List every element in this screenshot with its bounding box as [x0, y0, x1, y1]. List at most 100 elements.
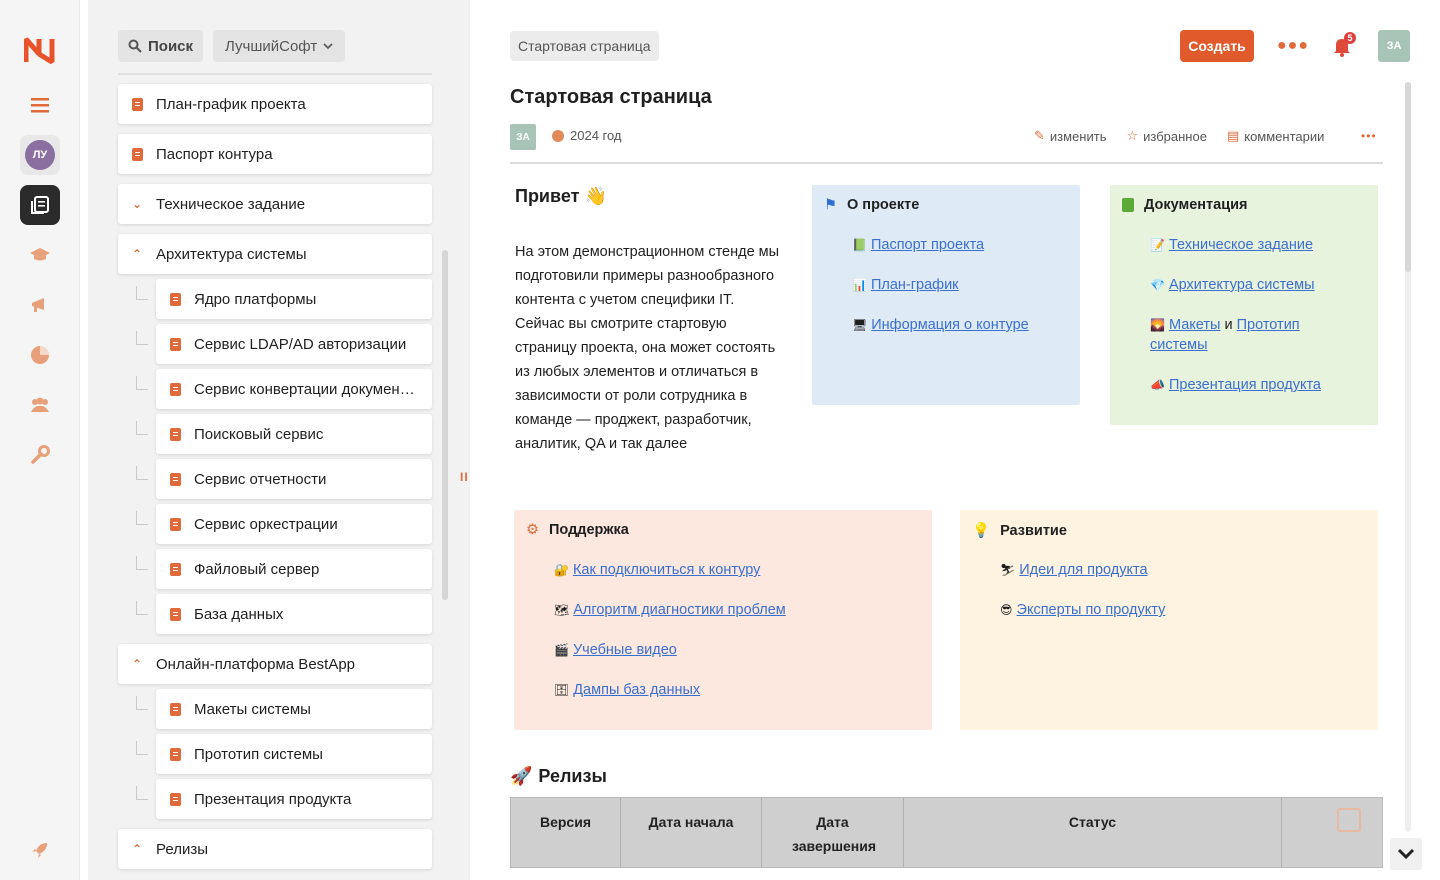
main-content: Стартовая страница Создать ●●● 5 ЗА Стар… — [480, 0, 1440, 880]
releases-table: Версия Дата начала Дата завершения Стату… — [510, 797, 1383, 868]
megaphone-icon[interactable] — [20, 285, 60, 325]
tree-node[interactable]: Макеты системы — [156, 689, 432, 729]
rocket-icon[interactable] — [20, 830, 60, 870]
chevron-up-icon[interactable]: ⌃ — [132, 657, 142, 671]
tree-node[interactable]: ⌃ Онлайн-платформа BestApp — [118, 644, 432, 684]
flag-icon: ⚑ — [824, 197, 837, 213]
tree-elbow — [136, 331, 148, 345]
pie-chart-icon[interactable] — [20, 335, 60, 375]
tree-elbow — [136, 786, 148, 800]
tree-node[interactable]: План-график проекта — [118, 84, 432, 124]
column-header[interactable]: Дата начала — [621, 798, 762, 867]
link-presentation[interactable]: Презентация продукта — [1169, 377, 1321, 393]
main-scrollbar[interactable] — [1405, 82, 1411, 832]
column-header[interactable]: Статус — [904, 798, 1282, 867]
document-icon — [169, 382, 181, 396]
link-tech-spec[interactable]: Техническое задание — [1169, 237, 1313, 253]
search-icon — [128, 39, 142, 53]
document-icon — [169, 472, 181, 486]
expand-icon[interactable] — [1337, 808, 1361, 832]
graduation-cap-icon[interactable] — [20, 235, 60, 275]
tree-elbow — [136, 421, 148, 435]
tree-node[interactable]: Сервис оркестрации — [156, 504, 432, 544]
link-diagnostics[interactable]: Алгоритм диагностики проблем — [573, 602, 786, 618]
user-avatar-button[interactable]: ЛУ — [20, 135, 60, 175]
releases-heading: 🚀 Релизы — [510, 766, 607, 786]
tree-node[interactable]: Сервис конвертации докумен… — [156, 369, 432, 409]
tree-node[interactable]: ⌃ Релизы — [118, 829, 432, 869]
documents-icon[interactable] — [20, 185, 60, 225]
document-icon — [169, 517, 181, 531]
create-button[interactable]: Создать — [1180, 30, 1254, 62]
picture-icon: 🌄 — [1150, 318, 1165, 332]
more-actions-icon[interactable]: ••• — [1361, 129, 1377, 143]
tree-node[interactable]: ⌃ Архитектура системы — [118, 234, 432, 274]
document-icon — [131, 97, 143, 111]
monitor-icon: 🖥 — [852, 318, 868, 332]
chevron-up-icon[interactable]: ⌃ — [132, 247, 142, 261]
tree-elbow — [136, 376, 148, 390]
avatar: ЛУ — [25, 140, 55, 170]
page-year: 2024 год — [570, 128, 622, 143]
tree-node[interactable]: Сервис отчетности — [156, 459, 432, 499]
docs-panel: Документация 📝 Техническое задание 💎 Архит… — [1110, 185, 1378, 425]
link-contour-info[interactable]: Информация о контуре — [871, 317, 1029, 333]
tree-node[interactable]: Ядро платформы — [156, 279, 432, 319]
tree-elbow — [136, 696, 148, 710]
link-ideas[interactable]: Идеи для продукта — [1019, 562, 1147, 578]
tree-elbow — [136, 601, 148, 615]
hello-text: На этом демонстрационном стенде мы подго… — [515, 244, 780, 452]
link-experts[interactable]: Эксперты по продукту — [1017, 602, 1166, 618]
tree-divider — [118, 73, 432, 75]
tree-node[interactable]: ⌄ Техническое задание — [118, 184, 432, 224]
app-logo[interactable] — [24, 36, 56, 64]
link-schedule[interactable]: План-график — [871, 277, 959, 293]
team-icon[interactable] — [20, 385, 60, 425]
tree-scrollbar[interactable] — [442, 250, 448, 600]
comments-button[interactable]: ▤ комментарии — [1227, 128, 1324, 144]
tree-node[interactable]: Презентация продукта — [156, 779, 432, 819]
tree-node[interactable]: База данных — [156, 594, 432, 634]
document-icon — [169, 607, 181, 621]
lightbulb-icon: 💡 — [972, 523, 991, 539]
link-connect[interactable]: Как подключиться к контуру — [573, 562, 760, 578]
book-icon: 📗 — [852, 238, 867, 252]
author-avatar[interactable]: ЗА — [510, 124, 536, 150]
edit-button[interactable]: ✎ изменить — [1034, 128, 1106, 144]
user-avatar[interactable]: ЗА — [1378, 30, 1410, 62]
link-architecture[interactable]: Архитектура системы — [1169, 277, 1315, 293]
document-icon — [169, 292, 181, 306]
link-db-dumps[interactable]: Дампы баз данных — [573, 682, 700, 698]
wrench-icon[interactable] — [20, 435, 60, 475]
star-icon: ☆ — [1126, 128, 1139, 143]
column-header[interactable]: Версия — [511, 798, 621, 867]
rocket-icon: 🚀 — [510, 766, 533, 786]
tree-node[interactable]: Прототип системы — [156, 734, 432, 774]
link-passport[interactable]: Паспорт проекта — [871, 237, 984, 253]
column-header[interactable]: Дата завершения — [762, 798, 904, 867]
document-icon — [169, 702, 181, 716]
resize-handle[interactable]: II — [460, 470, 469, 484]
org-select[interactable]: ЛучшийСофт — [213, 30, 346, 62]
scroll-down-button[interactable] — [1390, 838, 1422, 870]
link-videos[interactable]: Учебные видео — [573, 642, 677, 658]
favorite-button[interactable]: ☆ избранное — [1126, 128, 1206, 144]
tree-node[interactable]: Файловый сервер — [156, 549, 432, 589]
support-panel: ⚙ Поддержка 🔐 Как подключиться к контуру 🗺… — [514, 510, 932, 730]
megaphone-icon: 📣 — [1150, 378, 1165, 392]
tree-node[interactable]: Сервис LDAP/AD авторизации — [156, 324, 432, 364]
cabinet-icon: 🗄 — [554, 683, 570, 697]
about-panel: ⚑ О проекте 📗 Паспорт проекта 📊 План-график… — [812, 185, 1080, 405]
runner-icon: ⛷ — [1000, 563, 1016, 577]
chevron-down-icon[interactable]: ⌄ — [132, 197, 142, 211]
search-button[interactable]: Поиск — [118, 30, 204, 62]
document-green-icon — [1122, 198, 1134, 212]
page-tree: Поиск ЛучшийСофт План-график проекта Пас… — [88, 0, 470, 880]
more-icon[interactable]: ●●● — [1277, 37, 1309, 55]
breadcrumb[interactable]: Стартовая страница — [510, 31, 659, 61]
tree-node[interactable]: Поисковый сервис — [156, 414, 432, 454]
hamburger-icon[interactable] — [20, 85, 60, 125]
tree-node[interactable]: Паспорт контура — [118, 134, 432, 174]
link-mockups[interactable]: Макеты — [1169, 317, 1220, 333]
chevron-up-icon[interactable]: ⌃ — [132, 842, 142, 856]
